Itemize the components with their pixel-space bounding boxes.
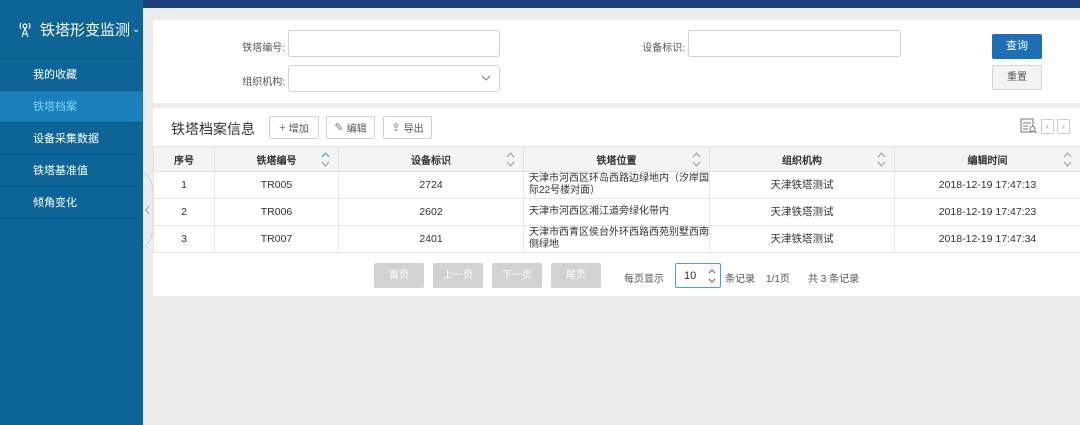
- organization-select[interactable]: [288, 65, 500, 92]
- sidebar: 铁塔形变监测 ⌄ 我的收藏 铁塔档案 设备采集数据 铁塔基准值 倾角变化: [0, 0, 143, 425]
- next-page-button[interactable]: 下一页: [492, 263, 542, 288]
- sidebar-item-tower-archive[interactable]: 铁塔档案: [0, 91, 143, 123]
- stepper-arrows-icon[interactable]: [707, 267, 717, 285]
- cell-tower-id: TR005: [214, 171, 339, 199]
- sort-icon[interactable]: [506, 151, 515, 168]
- query-button[interactable]: 查询: [992, 34, 1042, 59]
- table-tools: ‹ ›: [1020, 118, 1070, 134]
- export-icon: ⇪: [391, 122, 401, 134]
- cell-organization: 天津铁塔测试: [709, 171, 895, 199]
- cell-location: 天津市河西区环岛西路边绿地内（汐岸国际22号楼对面）: [523, 171, 710, 199]
- tower-archive-table: 序号 铁塔编号 设备标识 铁塔位置 组织机构 编辑时间 1 TR005 2724…: [153, 146, 1080, 253]
- table-row[interactable]: 3 TR007 2401 天津市西青区侯台外环西路西苑别墅西南侧绿地 天津铁塔测…: [153, 225, 1080, 253]
- plus-icon: +: [279, 121, 286, 134]
- cell-device-id: 2724: [338, 171, 524, 199]
- column-header-organization[interactable]: 组织机构: [709, 146, 895, 172]
- chevron-right-icon[interactable]: ›: [1057, 118, 1070, 134]
- chevron-down-icon: [481, 75, 491, 81]
- per-page-label: 每页显示: [624, 274, 664, 285]
- cell-edit-time: 2018-12-19 17:47:23: [894, 198, 1080, 226]
- column-header-seq[interactable]: 序号: [153, 146, 215, 172]
- per-page-value: 10: [684, 270, 697, 282]
- sidebar-title: 铁塔形变监测: [40, 21, 131, 39]
- records-unit-label: 条记录: [725, 274, 755, 285]
- first-page-button[interactable]: 首页: [374, 263, 424, 288]
- sort-icon[interactable]: [321, 151, 330, 168]
- table-row[interactable]: 1 TR005 2724 天津市河西区环岛西路边绿地内（汐岸国际22号楼对面） …: [153, 171, 1080, 199]
- panel-title: 铁塔档案信息: [171, 121, 255, 137]
- pagination: 首页 上一页 下一页 尾页 每页显示 10 条记录 1/1页 共 3 条记录: [153, 261, 1080, 289]
- column-header-location[interactable]: 铁塔位置: [523, 146, 710, 172]
- cell-seq: 3: [153, 225, 215, 253]
- prev-page-button[interactable]: 上一页: [433, 263, 483, 288]
- chevron-down-icon: ⌄: [132, 23, 141, 35]
- cell-location: 天津市西青区侯台外环西路西苑别墅西南侧绿地: [523, 225, 710, 253]
- cell-tower-id: TR006: [214, 198, 339, 226]
- pencil-icon: ✎: [334, 122, 344, 134]
- tower-archive-panel: 铁塔档案信息 + 增加 ✎ 编辑 ⇪ 导出 ‹ › 序号 铁塔编号 设备标识 铁…: [153, 108, 1080, 296]
- table-row[interactable]: 2 TR006 2602 天津市河西区湘江道旁绿化带内 天津铁塔测试 2018-…: [153, 198, 1080, 226]
- cell-device-id: 2602: [338, 198, 524, 226]
- cell-organization: 天津铁塔测试: [709, 225, 895, 253]
- column-header-device-id[interactable]: 设备标识: [338, 146, 524, 172]
- sort-icon[interactable]: [1063, 151, 1072, 168]
- add-button[interactable]: + 增加: [269, 116, 319, 139]
- top-bar: [143, 0, 1080, 8]
- column-header-edit-time[interactable]: 编辑时间: [894, 146, 1080, 172]
- tower-id-input[interactable]: [288, 30, 500, 57]
- cell-device-id: 2401: [338, 225, 524, 253]
- page-info: 1/1页: [766, 274, 790, 285]
- edit-button[interactable]: ✎ 编辑: [326, 116, 375, 139]
- sort-icon[interactable]: [692, 151, 701, 168]
- last-page-button[interactable]: 尾页: [551, 263, 601, 288]
- sidebar-brand[interactable]: 铁塔形变监测 ⌄: [0, 0, 143, 59]
- organization-label: 组织机构:: [242, 77, 285, 88]
- chevron-left-icon[interactable]: ‹: [1041, 118, 1054, 134]
- sidebar-item-favorites[interactable]: 我的收藏: [0, 59, 143, 91]
- sidebar-item-tower-baseline[interactable]: 铁塔基准值: [0, 155, 143, 187]
- tower-signal-icon: [19, 22, 31, 38]
- sidebar-item-tilt-change[interactable]: 倾角变化: [0, 187, 143, 219]
- cell-location: 天津市河西区湘江道旁绿化带内: [523, 198, 710, 226]
- cell-tower-id: TR007: [214, 225, 339, 253]
- sort-icon[interactable]: [877, 151, 886, 168]
- total-records: 共 3 条记录: [808, 274, 860, 285]
- cell-organization: 天津铁塔测试: [709, 198, 895, 226]
- per-page-stepper[interactable]: 10: [675, 263, 721, 288]
- column-settings-icon[interactable]: [1020, 118, 1038, 134]
- tower-id-label: 铁塔编号:: [242, 43, 285, 54]
- device-id-label: 设备标识:: [642, 43, 685, 54]
- device-id-input[interactable]: [688, 30, 901, 57]
- table-header-row: 序号 铁塔编号 设备标识 铁塔位置 组织机构 编辑时间: [153, 146, 1080, 172]
- cell-seq: 2: [153, 198, 215, 226]
- search-panel: 铁塔编号: 设备标识: 组织机构: 查询 重置: [153, 20, 1080, 103]
- reset-button[interactable]: 重置: [992, 65, 1042, 90]
- column-header-tower-id[interactable]: 铁塔编号: [214, 146, 339, 172]
- sidebar-item-device-data[interactable]: 设备采集数据: [0, 123, 143, 155]
- export-button[interactable]: ⇪ 导出: [383, 116, 432, 139]
- sidebar-collapse-handle[interactable]: [143, 172, 153, 248]
- cell-edit-time: 2018-12-19 17:47:13: [894, 171, 1080, 199]
- cell-edit-time: 2018-12-19 17:47:34: [894, 225, 1080, 253]
- cell-seq: 1: [153, 171, 215, 199]
